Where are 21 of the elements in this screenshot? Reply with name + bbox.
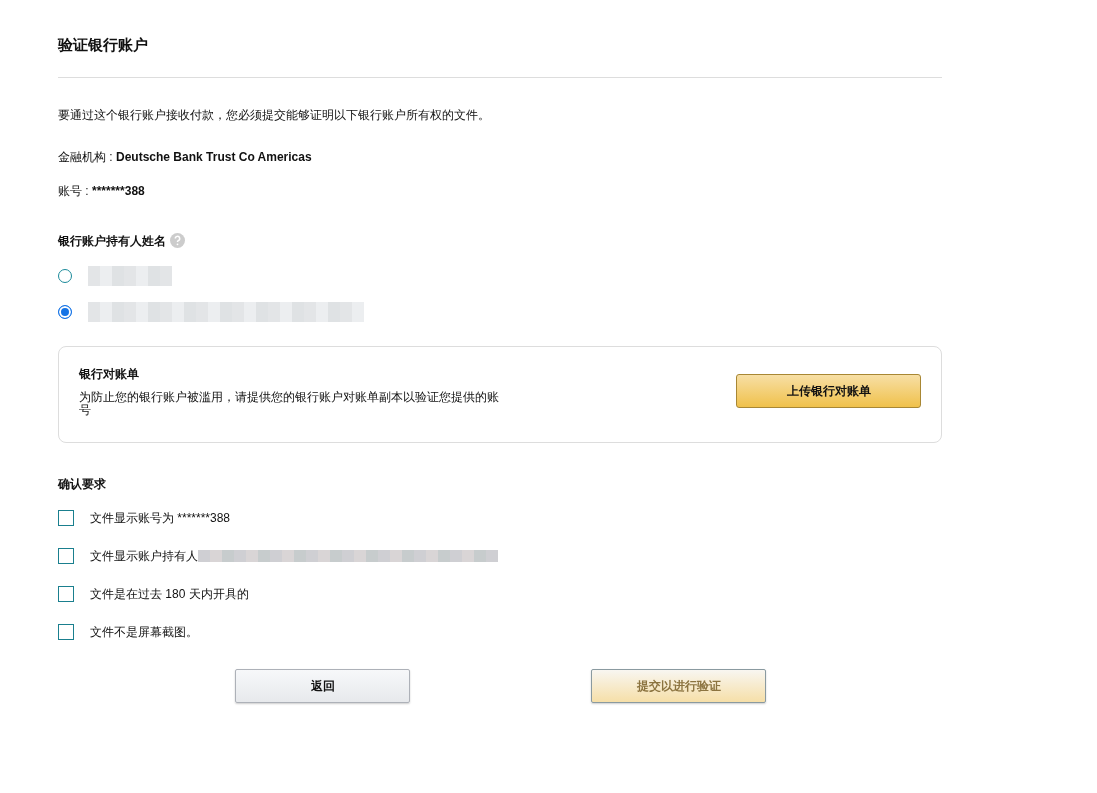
panel-text: 为防止您的银行账户被滥用，请提供您的银行账户对账单副本以验证您提供的账号 <box>79 390 500 419</box>
radio-button[interactable] <box>58 304 72 319</box>
detail-label: 金融机构 : <box>58 149 114 164</box>
back-button[interactable]: 返回 <box>235 669 410 704</box>
detail-value: Deutsche Bank Trust Co Americas <box>116 149 312 164</box>
upload-button[interactable]: 上传银行对账单 <box>736 374 921 409</box>
checkbox-label: 文件显示账号为 *******388 <box>90 510 231 528</box>
detail-label: 账号 : <box>58 183 90 198</box>
section-label: 确认要求 <box>58 476 107 494</box>
checkbox-label: 文件不是屏幕截图。 <box>90 624 198 642</box>
detail-value: *******388 <box>92 183 145 198</box>
checkbox[interactable] <box>58 586 74 603</box>
checkbox[interactable] <box>58 510 74 527</box>
checkbox-label: 文件是在过去 180 天内开具的 <box>90 586 249 604</box>
section-label: 银行账户持有人姓名 <box>58 232 166 250</box>
panel-title: 银行对账单 <box>79 365 140 383</box>
checkbox[interactable] <box>58 624 74 641</box>
intro-text: 要通过这个银行账户接收付款，您必须提交能够证明以下银行账户所有权的文件。 <box>58 106 491 124</box>
page-title: 验证银行账户 <box>58 35 149 55</box>
checkbox[interactable] <box>58 548 74 565</box>
checkbox-label: 文件显示账户持有人 <box>90 548 198 566</box>
